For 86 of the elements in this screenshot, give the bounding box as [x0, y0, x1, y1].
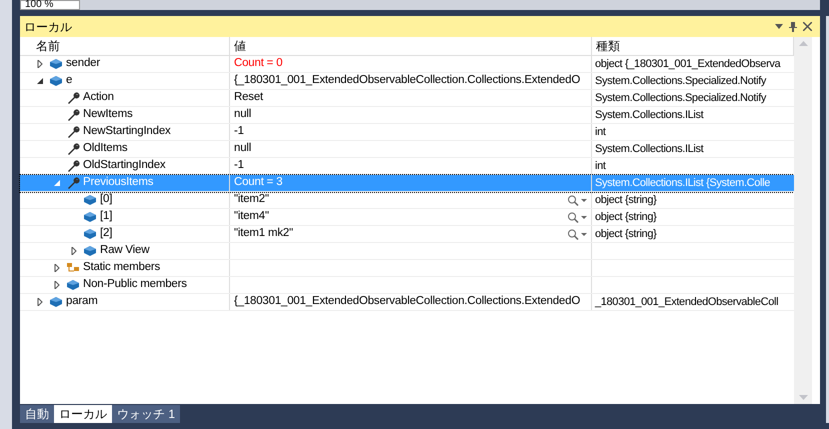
expand-arrow-icon[interactable] [37, 60, 44, 68]
wrench-icon [66, 109, 80, 121]
column-header[interactable]: 値 [230, 37, 592, 55]
variable-name: param [66, 294, 98, 310]
variable-type: int [595, 158, 606, 174]
table-row[interactable]: sender Count = 0 object {_180301_001_ExtendedObserva [20, 56, 794, 73]
variable-value: Count = 3 [234, 175, 282, 190]
variable-type: object {string} [595, 192, 656, 208]
expand-arrow-icon[interactable] [54, 264, 61, 272]
panel-title: ローカル [24, 18, 72, 36]
expand-arrow-icon[interactable] [54, 281, 61, 289]
dropdown-icon[interactable] [775, 24, 783, 29]
tab[interactable]: ローカル [54, 405, 112, 423]
table-row[interactable]: Non-Public members [20, 277, 794, 294]
cube-icon [83, 245, 97, 257]
variable-name: Raw View [100, 243, 150, 258]
variable-name: Non-Public members [83, 277, 187, 292]
variable-name: [1] [100, 209, 112, 224]
cube-icon [49, 296, 63, 308]
table-row[interactable]: [0] "item2" object {string} [20, 192, 794, 209]
variable-value: null [234, 107, 252, 122]
variable-type: System.Collections.IList [595, 142, 704, 157]
variable-name: e [66, 73, 72, 88]
variable-name: NewItems [83, 107, 133, 122]
cube-icon [49, 75, 63, 87]
collapse-arrow-icon[interactable] [37, 77, 44, 85]
variable-value: Count = 0 [234, 56, 282, 72]
variable-value: {_180301_001_ExtendedObservableCollection.Collections.ExtendedO [234, 73, 580, 88]
column-header[interactable]: 名前 [32, 37, 230, 55]
tab[interactable]: ウォッチ 1 [112, 405, 180, 423]
variable-name: OldStartingIndex [83, 158, 166, 174]
cube-icon [83, 228, 97, 240]
variable-value: -1 [234, 124, 244, 140]
variable-value: -1 [234, 158, 244, 174]
variable-value: "item1 mk2" [234, 226, 294, 242]
variable-value: null [234, 141, 252, 156]
variable-name: [0] [100, 192, 112, 208]
table-row[interactable]: Static members [20, 260, 794, 277]
close-icon[interactable] [803, 22, 812, 31]
variable-name: sender [66, 56, 100, 72]
table-row[interactable]: [1] "item4" object {string} [20, 209, 794, 226]
table-row[interactable]: param {_180301_001_ExtendedObservableCollection.Collections.ExtendedO _180301_001_ExtendedObservableColl [20, 294, 794, 311]
variable-name: Action [83, 90, 114, 106]
zoom-combo-box[interactable]: 100 % [20, 0, 80, 10]
table-row[interactable]: NewItems null System.Collections.IList [20, 107, 794, 124]
cube-icon [66, 279, 80, 291]
variable-type: int [595, 124, 606, 140]
variable-name: [2] [100, 226, 112, 242]
variable-value: {_180301_001_ExtendedObservableCollection.Collections.ExtendedO [234, 294, 580, 310]
pin-icon[interactable] [789, 21, 797, 32]
expand-arrow-icon[interactable] [71, 247, 78, 255]
variable-value: "item4" [234, 209, 269, 224]
visualizer-search-icon[interactable] [567, 228, 587, 240]
static-members-icon [66, 262, 80, 274]
variable-value: Reset [234, 90, 264, 106]
wrench-icon [66, 92, 80, 104]
table-row[interactable]: NewStartingIndex -1 int [20, 124, 794, 141]
expand-arrow-icon[interactable] [37, 298, 44, 306]
visualizer-search-icon[interactable] [567, 212, 587, 222]
wrench-icon [66, 143, 80, 155]
variable-type: object {string} [595, 226, 656, 242]
tab[interactable]: 自動 [20, 405, 54, 423]
table-row[interactable]: e {_180301_001_ExtendedObservableCollection.Collections.ExtendedO System.Collections.Specialized.Notify [20, 73, 794, 90]
visualizer-search-icon[interactable] [567, 194, 587, 206]
variable-name: NewStartingIndex [83, 124, 171, 140]
variable-name: PreviousItems [83, 175, 154, 190]
variable-type: _180301_001_ExtendedObservableColl [595, 294, 778, 310]
variable-name: OldItems [83, 141, 128, 156]
wrench-icon [66, 177, 80, 189]
variable-type: object {string} [595, 210, 656, 225]
table-row[interactable]: Action Reset System.Collections.Specialized.Notify [20, 90, 794, 107]
cube-icon [49, 58, 63, 70]
variable-type: System.Collections.Specialized.Notify [595, 74, 766, 89]
table-row[interactable]: Raw View [20, 243, 794, 260]
table-row[interactable]: OldItems null System.Collections.IList [20, 141, 794, 158]
variable-type: System.Collections.IList {System.Colle [595, 176, 770, 191]
variable-value: "item2" [234, 192, 269, 208]
wrench-icon [66, 126, 80, 138]
wrench-icon [66, 160, 80, 172]
variable-type: System.Collections.IList [595, 108, 704, 123]
table-row[interactable]: [2] "item1 mk2" object {string} [20, 226, 794, 243]
cube-icon [83, 211, 97, 223]
variable-type: System.Collections.Specialized.Notify [595, 90, 766, 106]
cube-icon [83, 194, 97, 206]
variable-name: Static members [83, 260, 160, 276]
variable-type: object {_180301_001_ExtendedObserva [595, 56, 780, 72]
